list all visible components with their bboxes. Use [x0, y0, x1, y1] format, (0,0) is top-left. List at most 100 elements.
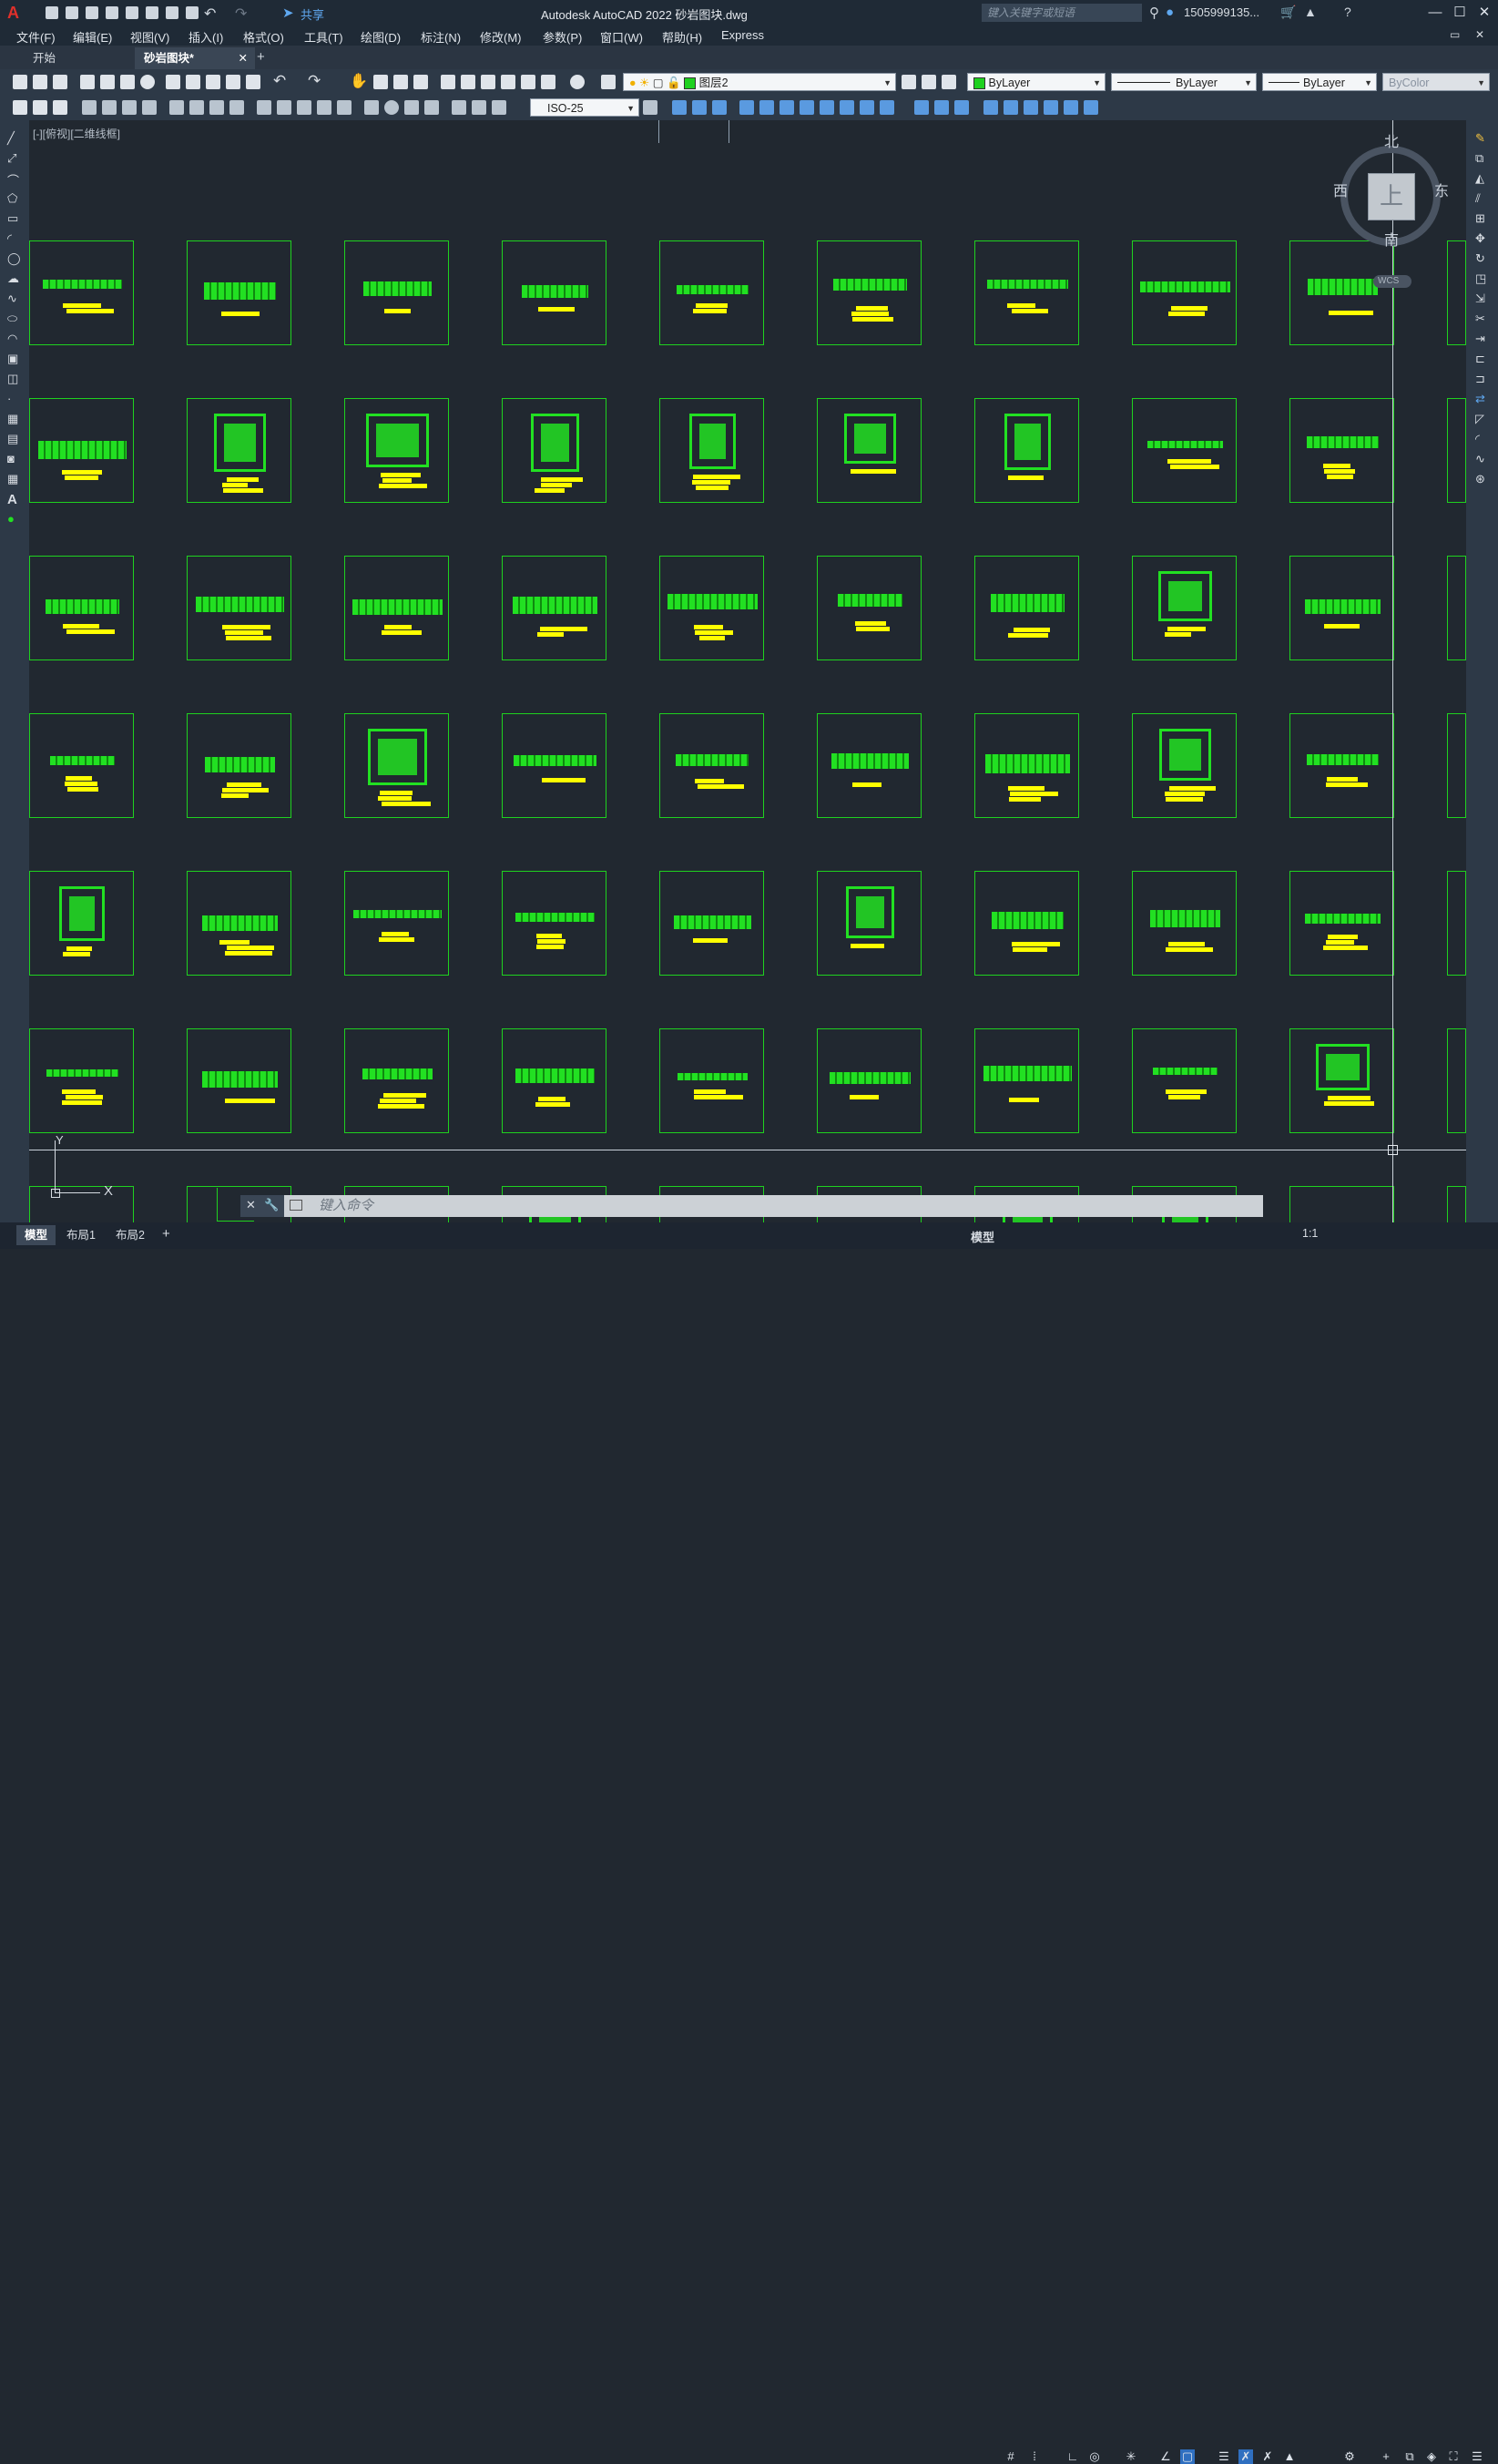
layer-properties-icon[interactable]	[601, 75, 616, 89]
redo-icon[interactable]: ↷	[308, 72, 321, 90]
stretch-icon[interactable]	[840, 100, 854, 115]
save-icon[interactable]	[53, 75, 67, 89]
block-editor-icon[interactable]	[246, 75, 260, 89]
user-icon[interactable]: ●	[1166, 5, 1174, 20]
dim-space-icon[interactable]	[317, 100, 331, 115]
compass-north[interactable]: 北	[1384, 129, 1399, 151]
cad-block[interactable]	[974, 1028, 1079, 1133]
compass-south[interactable]: 南	[1384, 228, 1399, 250]
explode-icon[interactable]	[1004, 100, 1018, 115]
layout-tab-2[interactable]: 布局2	[107, 1225, 153, 1245]
cad-block[interactable]	[817, 240, 922, 345]
cad-block[interactable]	[1447, 713, 1466, 818]
cad-block[interactable]	[1289, 398, 1394, 503]
workspace-icon[interactable]	[13, 100, 27, 115]
layer-previous-icon[interactable]	[922, 75, 936, 89]
mirror-icon[interactable]: ◭	[1475, 171, 1484, 186]
quick-dim-icon[interactable]	[257, 100, 271, 115]
eraser-icon[interactable]: ✎	[1475, 131, 1485, 146]
cad-block[interactable]	[29, 556, 134, 660]
cad-block[interactable]	[502, 1028, 606, 1133]
chamfer-icon[interactable]	[954, 100, 969, 115]
diameter-dim-icon[interactable]	[209, 100, 224, 115]
search-input[interactable]: 键入关键字或短语	[982, 4, 1142, 22]
cad-block[interactable]	[1447, 1028, 1466, 1133]
menu-tools[interactable]: 工具(T)	[304, 28, 343, 46]
cad-block[interactable]	[659, 713, 764, 818]
cad-block[interactable]	[29, 240, 134, 345]
stretch-icon[interactable]: ⇲	[1475, 291, 1485, 306]
scale-icon[interactable]: ◳	[1475, 271, 1486, 286]
cad-block[interactable]	[974, 556, 1079, 660]
trim-icon[interactable]: ✂	[1475, 312, 1485, 326]
cad-block[interactable]	[974, 713, 1079, 818]
cad-block[interactable]	[1132, 871, 1237, 976]
zoom-realtime-icon[interactable]	[373, 75, 388, 89]
calculator-icon[interactable]	[541, 75, 555, 89]
paste-icon[interactable]	[206, 75, 220, 89]
rotate-icon[interactable]: ↻	[1475, 251, 1485, 266]
compass-east[interactable]: 东	[1434, 179, 1449, 200]
cad-block[interactable]	[974, 871, 1079, 976]
cad-block[interactable]	[817, 713, 922, 818]
drawing-canvas[interactable]: Y X 上 北 南 东 西 WCS	[29, 120, 1466, 1222]
aligned-dim-icon[interactable]	[102, 100, 117, 115]
cad-block[interactable]	[502, 713, 606, 818]
open-file-icon[interactable]	[66, 6, 78, 19]
dim-update-icon[interactable]	[492, 100, 506, 115]
angular-dim-icon[interactable]	[229, 100, 244, 115]
print-icon[interactable]	[166, 6, 178, 19]
close-button[interactable]: ✕	[1474, 3, 1494, 23]
fillet-icon[interactable]: ◜	[1475, 432, 1480, 446]
customize-icon[interactable]: ☰	[1470, 2449, 1484, 2464]
close-icon[interactable]: ✕	[246, 1198, 256, 1212]
menu-file[interactable]: 文件(F)	[16, 28, 56, 46]
print-preview-icon[interactable]	[186, 6, 199, 19]
maximize-button[interactable]: ☐	[1450, 3, 1470, 23]
layer-state-icon[interactable]	[942, 75, 956, 89]
region-icon[interactable]: ◙	[7, 452, 15, 465]
revision-cloud-icon[interactable]: ☁	[7, 271, 19, 286]
cad-block[interactable]	[659, 871, 764, 976]
copy-icon[interactable]: ⧉	[1475, 151, 1483, 166]
help-icon[interactable]	[570, 75, 585, 89]
polar-icon[interactable]: ◎	[1087, 2449, 1102, 2464]
new-tab-icon[interactable]: +	[257, 49, 265, 65]
user-name[interactable]: 1505999135...	[1184, 5, 1259, 19]
layout-tab-1[interactable]: 布局1	[58, 1225, 104, 1245]
isodraft-icon[interactable]: ✳	[1124, 2449, 1138, 2464]
menu-modify[interactable]: 修改(M)	[480, 28, 522, 46]
align-icon[interactable]	[1064, 100, 1078, 115]
save-as-icon[interactable]	[106, 6, 118, 19]
arc-icon[interactable]: ◜	[7, 231, 12, 246]
menu-parameters[interactable]: 参数(P)	[543, 28, 582, 46]
cad-block[interactable]	[817, 1028, 922, 1133]
cad-block[interactable]	[659, 556, 764, 660]
move-icon[interactable]: ✥	[1475, 231, 1485, 246]
jogged-linear-icon[interactable]	[424, 100, 439, 115]
cad-block[interactable]	[659, 1028, 764, 1133]
lengthen-icon[interactable]	[1084, 100, 1098, 115]
menu-format[interactable]: 格式(O)	[243, 28, 284, 46]
break-at-point-icon[interactable]: ⊏	[1475, 352, 1485, 366]
break-icon[interactable]: ⊐	[1475, 372, 1485, 386]
cad-block[interactable]	[1289, 1186, 1394, 1222]
cad-block[interactable]	[187, 398, 291, 503]
baseline-dim-icon[interactable]	[277, 100, 291, 115]
viewcube-top-face[interactable]: 上	[1368, 173, 1415, 220]
spline-icon[interactable]: ∿	[7, 291, 17, 306]
ellipse-arc-icon[interactable]: ◠	[7, 332, 17, 346]
cad-block[interactable]	[1447, 240, 1466, 345]
cad-block[interactable]	[344, 1028, 449, 1133]
search-icon[interactable]: ⚲	[1149, 5, 1159, 21]
extend-icon[interactable]	[880, 100, 894, 115]
clean-screen-icon[interactable]: ⛶	[1446, 2449, 1461, 2464]
point-icon[interactable]: ·	[7, 392, 11, 405]
cad-block[interactable]	[344, 713, 449, 818]
command-line-handle[interactable]: ✕ 🔧	[240, 1195, 284, 1217]
mirror-icon[interactable]	[712, 100, 727, 115]
cad-block[interactable]	[1289, 871, 1394, 976]
dim-text-edit-icon[interactable]	[472, 100, 486, 115]
menu-draw[interactable]: 绘图(D)	[361, 28, 401, 46]
autoscale-icon[interactable]: ✗	[1260, 2449, 1275, 2464]
